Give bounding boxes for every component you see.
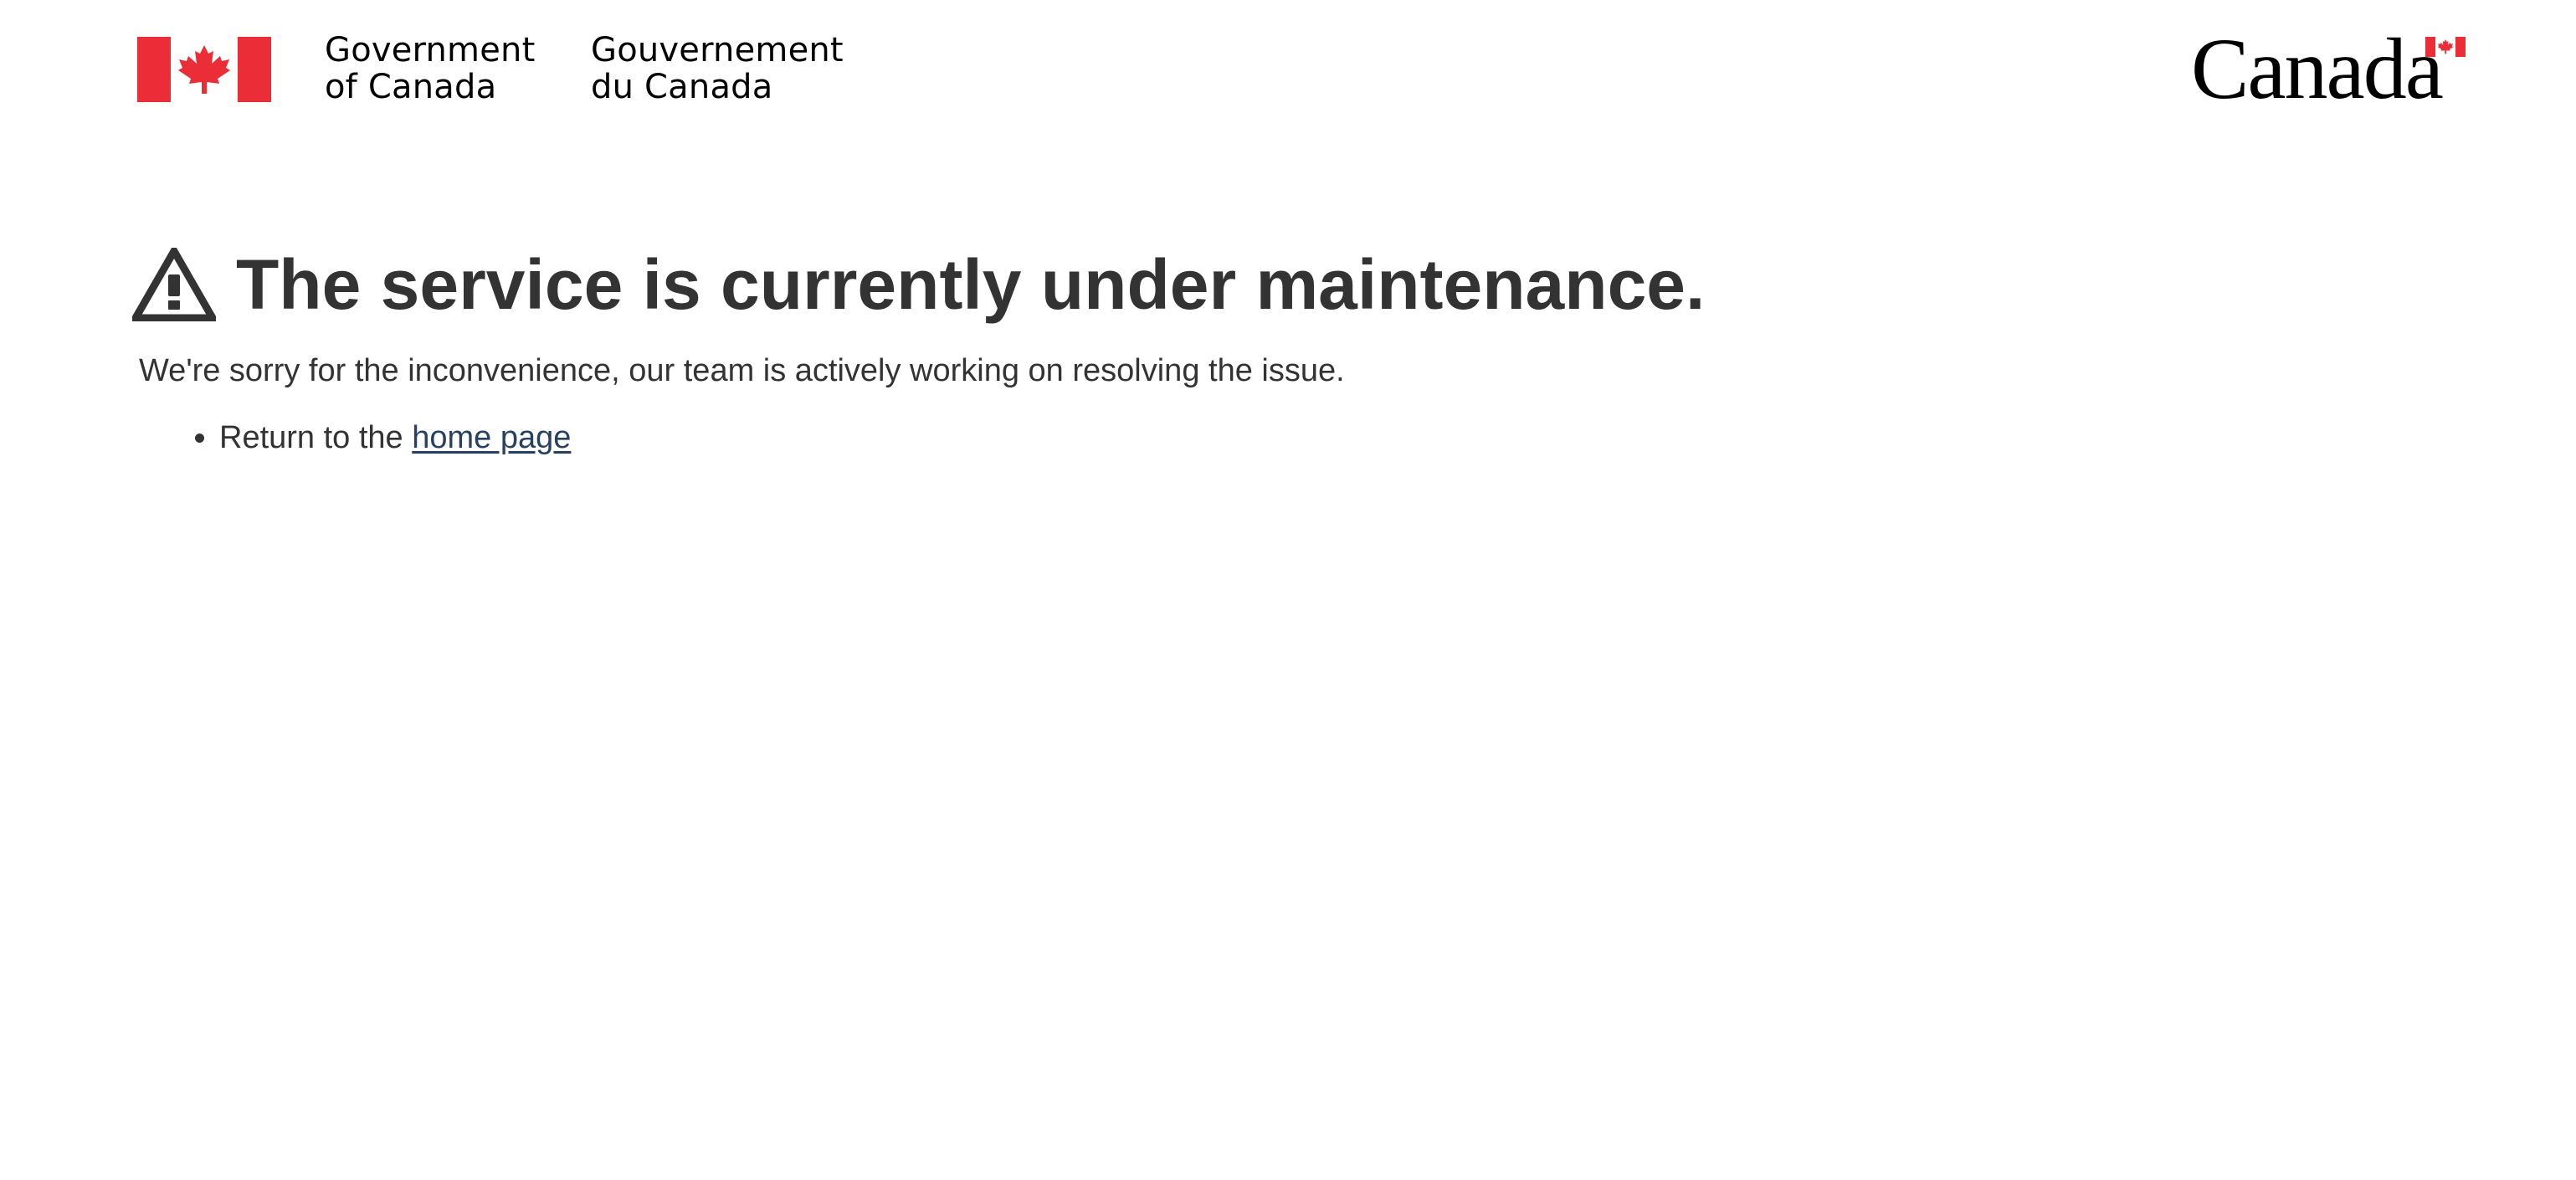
return-prefix-text: Return to the	[219, 420, 413, 455]
government-of-canada-wordmark: Government of Canada	[325, 32, 535, 105]
page-title-row: The service is currently under maintenan…	[132, 234, 2442, 335]
wordmark-en-line1: Government	[325, 31, 536, 69]
wordmark-en-line2: of Canada	[325, 68, 497, 106]
warning-triangle-icon	[132, 248, 216, 321]
maintenance-description: We're sorry for the inconvenience, our t…	[139, 353, 1345, 388]
page-title: The service is currently under maintenan…	[236, 245, 1706, 324]
canada-mini-flag-icon	[2425, 37, 2466, 57]
wordmark-fr-line1: Gouvernement	[591, 31, 844, 69]
home-page-link[interactable]: home page	[412, 420, 571, 455]
list-item: Return to the home page	[219, 417, 2442, 459]
help-links-list: Return to the home page	[132, 417, 2442, 459]
canada-wordmark-text: Canada	[2191, 21, 2444, 117]
canada-wordmark-logo: Canada	[2191, 23, 2467, 115]
gouvernement-du-canada-wordmark: Gouvernement du Canada	[591, 32, 844, 105]
site-header: Government of Canada Gouvernement du Can…	[0, 0, 2576, 142]
canada-flag-icon	[137, 37, 271, 102]
main-content: The service is currently under maintenan…	[132, 234, 2442, 459]
wordmark-fr-line2: du Canada	[591, 68, 773, 106]
